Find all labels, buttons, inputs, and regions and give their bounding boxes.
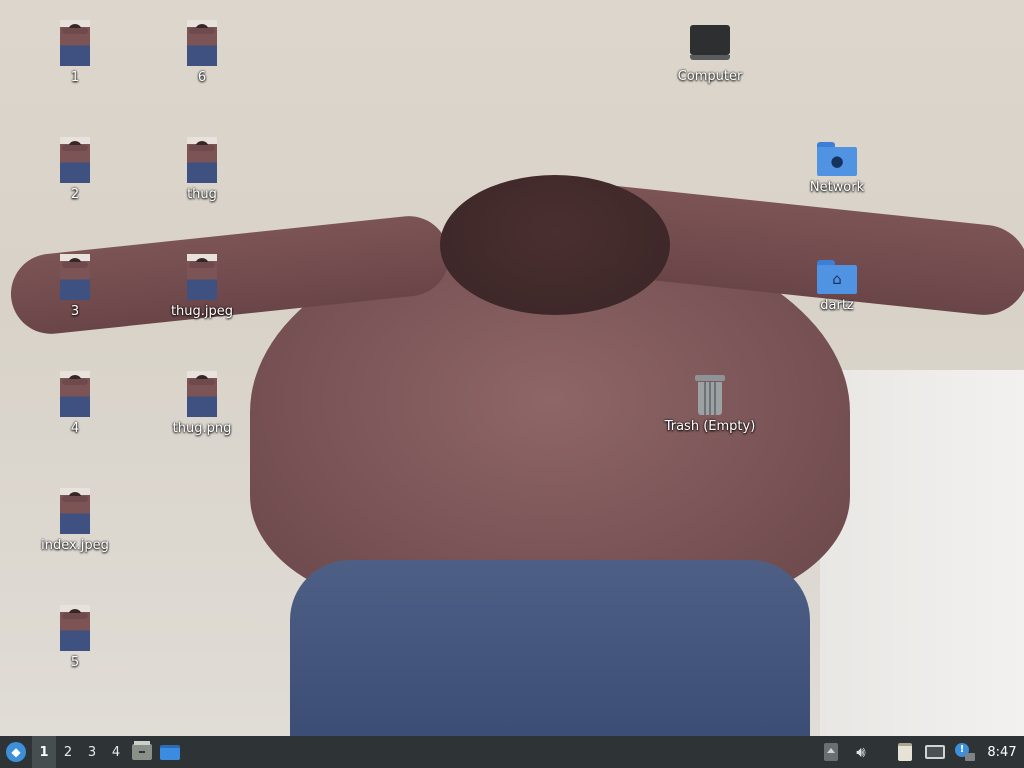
desktop-icon-label: 1	[70, 70, 80, 85]
volume-tray-button[interactable]: 🔊︎	[846, 736, 876, 768]
desktop-icon-file-thug-jpeg[interactable]: thug.jpeg	[147, 254, 257, 320]
trash-icon	[695, 375, 725, 415]
image-thumbnail-icon	[187, 254, 217, 300]
desktop-icon-file-2[interactable]: 2	[20, 137, 130, 203]
network-tray-button[interactable]	[920, 736, 950, 768]
image-thumbnail-icon	[187, 371, 217, 417]
desktop-icon-label: thug	[187, 187, 217, 202]
desktop-icon-label: 2	[70, 187, 80, 202]
desktop-icon-home[interactable]: ⌂ dartz	[782, 254, 892, 314]
start-menu-button[interactable]: ◆	[0, 736, 32, 768]
window-icon	[160, 744, 180, 760]
desktop-icon-network[interactable]: ● Network	[782, 136, 892, 196]
image-thumbnail-icon	[60, 137, 90, 183]
wallpaper-door	[820, 370, 1024, 736]
update-notifier-tray-button[interactable]: !	[950, 736, 980, 768]
update-notifier-icon: !	[955, 743, 975, 761]
desktop-icon-file-thug[interactable]: thug	[147, 137, 257, 203]
clock[interactable]: 8:47	[980, 745, 1024, 760]
desktop-icon-computer[interactable]: Computer	[655, 17, 765, 85]
desktop-icon-label: index.jpeg	[41, 538, 109, 553]
image-thumbnail-icon	[60, 20, 90, 66]
desktop-icon-file-1[interactable]: 1	[20, 20, 130, 86]
desktop-icon-label: Computer	[677, 69, 743, 84]
file-manager-icon	[132, 741, 152, 760]
house-icon: ⌂	[832, 270, 842, 288]
desktop-icon-file-3[interactable]: 3	[20, 254, 130, 320]
desktop-icon-file-5[interactable]: 5	[20, 605, 130, 671]
taskbar: ◆ 1 2 3 4 🔊︎ ! 8:47	[0, 736, 1024, 768]
start-menu-icon: ◆	[6, 742, 26, 762]
eject-icon	[824, 743, 838, 761]
workspace-1-button[interactable]: 1	[32, 736, 56, 768]
image-thumbnail-icon	[60, 605, 90, 651]
home-folder-icon: ⌂	[817, 260, 857, 294]
image-thumbnail-icon	[60, 488, 90, 534]
image-thumbnail-icon	[60, 254, 90, 300]
desktop-icon-file-6[interactable]: 6	[147, 20, 257, 86]
workspace-2-button[interactable]: 2	[56, 736, 80, 768]
clipboard-tray-button[interactable]	[890, 736, 920, 768]
desktop-icon-label: thug.png	[172, 421, 232, 436]
clipboard-icon	[898, 743, 912, 761]
eject-tray-button[interactable]	[816, 736, 846, 768]
file-manager-launcher[interactable]	[128, 736, 156, 768]
desktop-icon-file-index-jpeg[interactable]: index.jpeg	[20, 488, 130, 554]
desktop-icon-file-4[interactable]: 4	[20, 371, 130, 437]
network-icon	[925, 745, 945, 759]
image-thumbnail-icon	[187, 137, 217, 183]
network-folder-icon: ●	[817, 142, 857, 176]
desktop-icon-label: 5	[70, 655, 80, 670]
desktop-icon-label: 3	[70, 304, 80, 319]
desktop-icon-label: Trash (Empty)	[664, 419, 756, 434]
desktop-wallpaper	[0, 0, 1024, 736]
desktop-icon-label: thug.jpeg	[170, 304, 234, 319]
computer-icon	[690, 25, 730, 60]
desktop-icon-label: 6	[197, 70, 207, 85]
globe-icon: ●	[830, 152, 844, 170]
wallpaper-figure-jeans	[290, 560, 810, 736]
wallpaper-figure-head	[440, 175, 670, 315]
volume-icon: 🔊︎	[856, 743, 866, 761]
show-desktop-launcher[interactable]	[156, 736, 184, 768]
desktop-icon-trash[interactable]: Trash (Empty)	[655, 373, 765, 435]
workspace-3-button[interactable]: 3	[80, 736, 104, 768]
image-thumbnail-icon	[60, 371, 90, 417]
workspace-4-button[interactable]: 4	[104, 736, 128, 768]
desktop-icon-file-thug-png[interactable]: thug.png	[147, 371, 257, 437]
tray-separator	[876, 736, 890, 768]
desktop-icon-label: Network	[809, 180, 865, 195]
desktop-icon-label: dartz	[820, 298, 854, 313]
desktop-icon-label: 4	[70, 421, 80, 436]
image-thumbnail-icon	[187, 20, 217, 66]
